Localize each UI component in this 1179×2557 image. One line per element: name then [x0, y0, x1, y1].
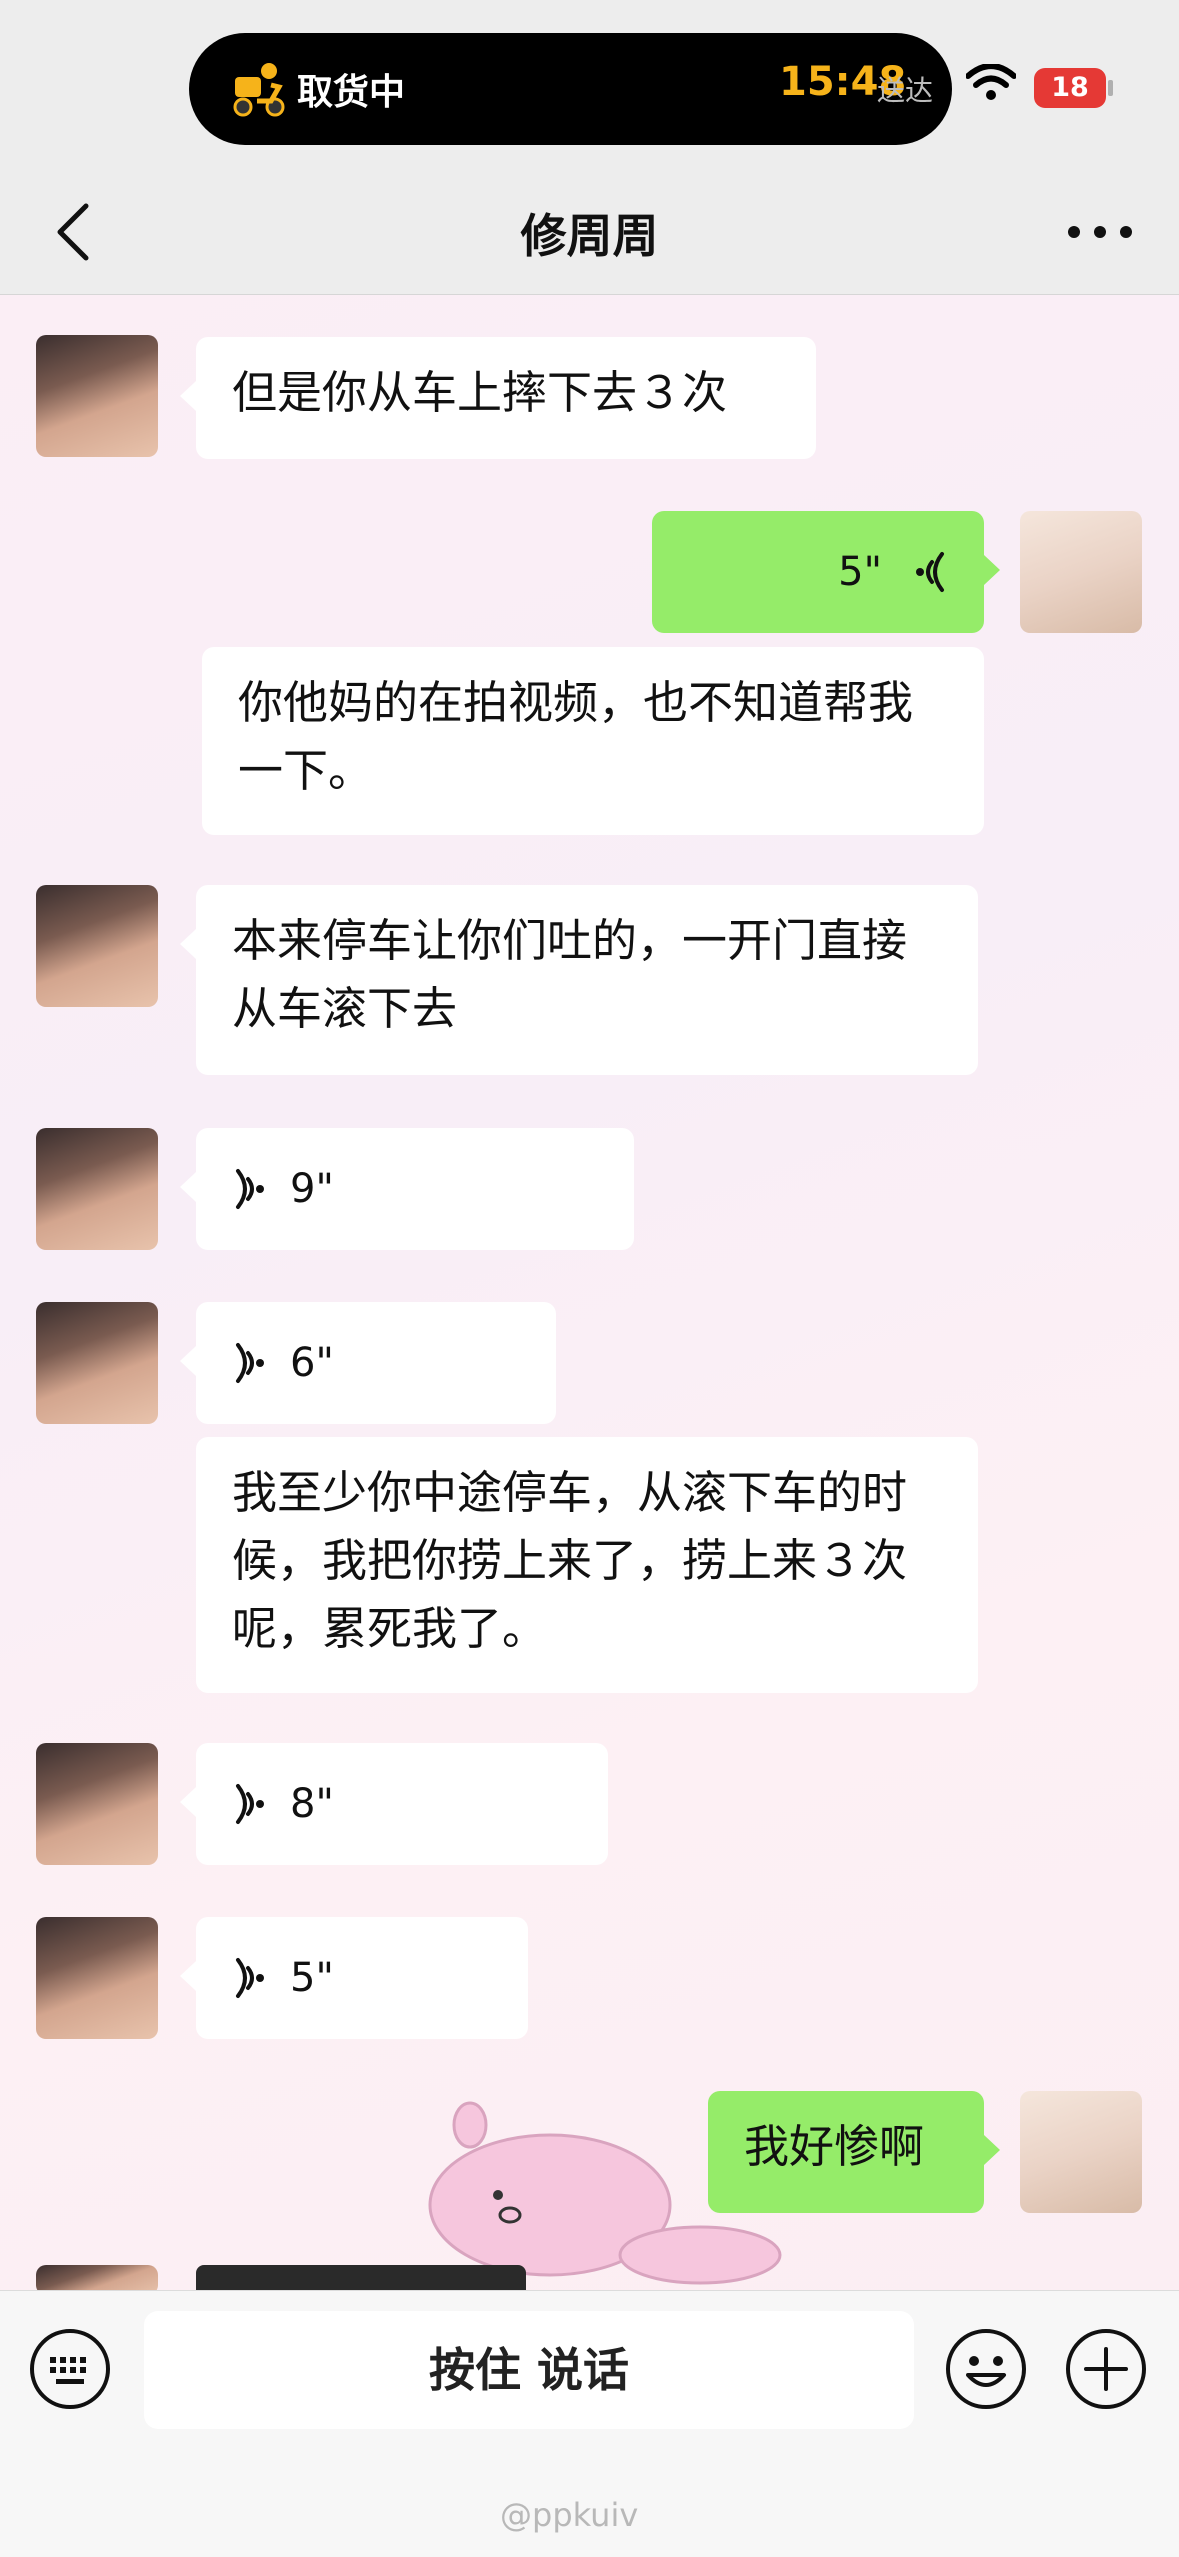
- contact-avatar[interactable]: [36, 885, 158, 1007]
- contact-avatar[interactable]: [36, 335, 158, 457]
- voice-duration: 6": [290, 1340, 334, 1386]
- received-voice-bubble[interactable]: 6": [180, 1302, 556, 1424]
- contact-avatar[interactable]: [36, 1128, 158, 1250]
- voice-duration: 5": [838, 549, 882, 595]
- voice-wave-icon: [236, 1784, 264, 1824]
- contact-avatar[interactable]: [36, 1917, 158, 2039]
- voice-duration: 9": [290, 1166, 334, 1212]
- nav-bar: 修周周: [0, 170, 1179, 295]
- emoji-icon[interactable]: [944, 2327, 1028, 2411]
- received-voice-bubble[interactable]: 5": [180, 1917, 528, 2039]
- more-options-icon[interactable]: [1060, 192, 1140, 272]
- received-voice-bubble[interactable]: 8": [180, 1743, 608, 1865]
- plus-more-icon[interactable]: [1064, 2327, 1148, 2411]
- voice-wave-icon: [236, 1958, 264, 1998]
- status-bar: 取货中 15:48 送达 18: [0, 0, 1179, 170]
- received-text-bubble[interactable]: 但是你从车上摔下去３次: [180, 337, 816, 459]
- wifi-icon: [966, 64, 1016, 100]
- message-text: 本来停车让你们吐的，一开门直接从车滚下去: [232, 914, 908, 1035]
- voice-wave-icon: [236, 1343, 264, 1383]
- delivery-scooter-icon: [233, 63, 285, 117]
- voice-transcript-bubble[interactable]: 你他妈的在拍视频，也不知道帮我一下。: [202, 647, 984, 835]
- chat-history[interactable]: 但是你从车上摔下去３次 5" 你他妈的在拍视频，也不知道帮我一下。 本来停车让你…: [0, 295, 1179, 2290]
- image-message-thumbnail[interactable]: [196, 2265, 526, 2290]
- keyboard-toggle-icon[interactable]: [28, 2327, 112, 2411]
- activity-label: 取货中: [297, 72, 406, 113]
- contact-avatar[interactable]: [36, 1743, 158, 1865]
- battery-indicator: 18: [1034, 68, 1106, 108]
- my-avatar[interactable]: [1020, 2091, 1142, 2213]
- battery-cap: [1108, 80, 1113, 96]
- voice-wave-icon: [236, 1169, 264, 1209]
- received-voice-bubble[interactable]: 9": [180, 1128, 634, 1250]
- pink-creature-sticker: [428, 2101, 782, 2285]
- my-avatar[interactable]: [1020, 511, 1142, 633]
- dynamic-island[interactable]: 取货中 15:48 送达: [189, 33, 952, 145]
- chat-title: 修周周: [520, 209, 659, 263]
- watermark: @ppkuiv: [500, 2496, 639, 2534]
- received-text-bubble[interactable]: 本来停车让你们吐的，一开门直接从车滚下去: [180, 885, 978, 1075]
- transcript-text: 我至少你中途停车，从滚下车的时候，我把你捞上来了，捞上来３次呢，累死我了。: [232, 1466, 908, 1655]
- voice-duration: 8": [290, 1781, 334, 1827]
- voice-duration: 5": [290, 1955, 334, 2001]
- transcript-text: 你他妈的在拍视频，也不知道帮我一下。: [238, 676, 914, 797]
- voice-transcript-bubble[interactable]: 我至少你中途停车，从滚下车的时候，我把你捞上来了，捞上来３次呢，累死我了。: [196, 1437, 978, 1693]
- sent-voice-bubble[interactable]: 5": [652, 511, 1000, 633]
- message-text: 但是你从车上摔下去３次: [232, 366, 728, 419]
- contact-avatar[interactable]: [36, 2265, 158, 2290]
- activity-sub: 送达: [877, 74, 934, 107]
- hold-to-talk-button[interactable]: 按住 说话: [144, 2311, 914, 2429]
- voice-wave-icon: [916, 552, 944, 592]
- contact-avatar[interactable]: [36, 1302, 158, 1424]
